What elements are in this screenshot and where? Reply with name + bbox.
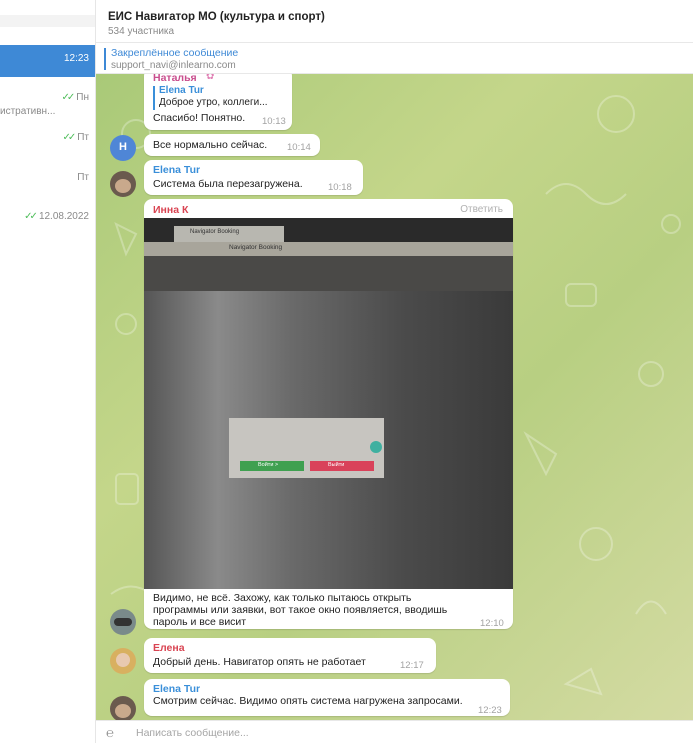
message-bubble[interactable]: Наталья ✿ Elena Tur Доброе утро, коллеги… (144, 74, 292, 130)
avatar-face (115, 179, 131, 193)
chat-time-text: Пт (77, 132, 89, 143)
avatar-letter: Н (119, 141, 127, 153)
message-text: Спасибо! Понятно. (153, 112, 246, 124)
message-input-bar: ℮ (96, 720, 693, 744)
chat-time: ✓✓ Пн (62, 92, 89, 103)
message-text: Смотрим сейчас. Видимо опять система наг… (153, 695, 463, 707)
photo-button-red: Выйти (310, 461, 374, 471)
reply-sender: Elena Tur (159, 85, 204, 96)
reply-button[interactable]: Ответить (460, 204, 503, 215)
chat-preview: истративн... (0, 106, 56, 117)
photo-button1-label: Войти > (258, 462, 279, 468)
double-check-icon: ✓✓ (61, 92, 76, 103)
avatar[interactable] (110, 609, 136, 635)
message-time: 10:14 (287, 142, 311, 153)
message-text: Добрый день. Навигатор опять не работает (153, 656, 366, 668)
chat-list-item[interactable]: Пт (0, 166, 95, 192)
photo-message-bubble[interactable]: Инна К Ответить Navigator Booking Naviga… (144, 199, 513, 629)
message-sender: Наталья (153, 74, 197, 84)
message-text: Система была перезагружена. (153, 178, 303, 190)
chat-time: ✓✓ 12.08.2022 (24, 211, 89, 222)
message-input[interactable] (136, 726, 656, 740)
message-time: 12:23 (478, 705, 502, 716)
message-sender: Елена (153, 642, 185, 654)
avatar-glasses (114, 618, 132, 626)
photo[interactable]: Navigator Booking Navigator Booking Войт… (144, 218, 513, 589)
photo-tab-label: Navigator Booking (190, 229, 240, 235)
avatar-face (115, 704, 131, 718)
message-text: Все нормально сейчас. (153, 139, 268, 151)
message-sender: Инна К (153, 204, 189, 216)
chat-time: ✓✓ Пт (62, 132, 89, 143)
attach-icon[interactable]: ℮ (106, 725, 114, 740)
avatar[interactable] (110, 171, 136, 197)
photo-button-green: Войти > (240, 461, 304, 471)
list-placeholder (0, 15, 95, 27)
message-bubble[interactable]: Елена Добрый день. Навигатор опять не ра… (144, 638, 436, 673)
chat-time-text: Пн (76, 92, 89, 103)
photo-tab: Navigator Booking (174, 226, 284, 242)
chat-title: ЕИС Навигатор МО (культура и спорт) (108, 11, 325, 23)
message-bubble[interactable]: Elena Tur Смотрим сейчас. Видимо опять с… (144, 679, 510, 716)
message-text-line: программы или заявки, вот такое окно поя… (153, 604, 448, 616)
reply-bar (153, 86, 155, 110)
photo-blurred-area (144, 256, 513, 291)
flower-emoji-icon: ✿ (206, 74, 215, 82)
pinned-bar (104, 48, 106, 70)
message-text-line: Видимо, не всё. Захожу, как только пытаю… (153, 592, 412, 604)
avatar[interactable] (110, 696, 136, 720)
photo-page-title: Navigator Booking (229, 244, 283, 251)
message-bubble[interactable]: Elena Tur Система была перезагружена. 10… (144, 160, 363, 195)
message-sender: Elena Tur (153, 683, 201, 695)
chat-time-text: 12.08.2022 (38, 211, 89, 222)
message-time: 10:13 (262, 116, 286, 127)
message-bubble[interactable]: Все нормально сейчас. 10:14 (144, 134, 320, 156)
pinned-message[interactable]: Закреплённое сообщение support_navi@inle… (96, 43, 693, 74)
pinned-title: Закреплённое сообщение (111, 47, 239, 59)
photo-button2-label: Выйти (328, 462, 345, 468)
chat-list-item[interactable]: ✓✓ 12.08.2022 (0, 205, 95, 231)
double-check-icon: ✓✓ (62, 132, 76, 143)
message-time: 10:18 (328, 182, 352, 193)
message-text-line: пароль и все висит (153, 616, 247, 628)
message-sender: Elena Tur (153, 164, 201, 176)
chat-time: 12:23 (63, 53, 89, 64)
chat-header[interactable]: ЕИС Навигатор МО (культура и спорт) 534 … (96, 0, 693, 43)
chat-time: Пт (77, 172, 89, 183)
photo-key-icon (370, 441, 382, 453)
message-time: 12:17 (400, 660, 424, 671)
photo-page-header: Navigator Booking (144, 242, 513, 256)
chat-list: 12:23 ✓✓ Пн истративн... ✓✓ Пт Пт ✓✓ 12.08.… (0, 0, 96, 743)
avatar-face (116, 653, 130, 667)
chat-list-item[interactable] (0, 10, 95, 36)
avatar[interactable] (110, 648, 136, 674)
chat-area[interactable]: Наталья ✿ Elena Tur Доброе утро, коллеги… (96, 74, 693, 720)
member-count: 534 участника (108, 26, 175, 37)
chat-list-item[interactable]: ✓✓ Пт (0, 126, 95, 152)
reply-text: Доброе утро, коллеги... (159, 97, 268, 108)
avatar[interactable]: Н (110, 135, 136, 161)
message-time: 12:10 (480, 618, 504, 629)
chat-list-item-active[interactable]: 12:23 (0, 45, 95, 77)
pinned-text: support_navi@inlearno.com (111, 60, 236, 71)
chat-list-item[interactable]: ✓✓ Пн истративн... (0, 86, 95, 117)
double-check-icon: ✓✓ (24, 211, 38, 222)
